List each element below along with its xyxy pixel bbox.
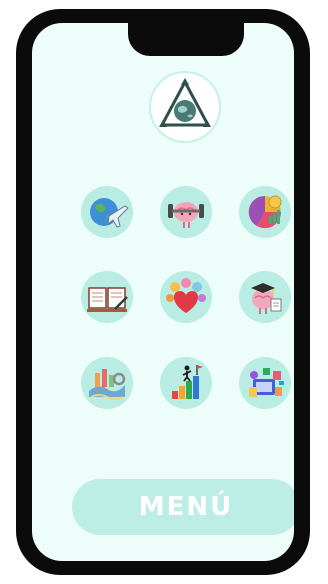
open-book-icon [87,287,128,312]
finance-chart-icon [248,195,282,229]
social-heart-icon [166,278,206,313]
category-shopping[interactable] [239,357,291,409]
growth-stairs-icon [172,365,203,399]
category-finance[interactable] [239,186,291,238]
phone-frame: MENÚ [16,9,310,575]
phone-notch [128,18,244,56]
brain-dumbbell-icon [168,202,204,228]
category-social[interactable] [160,271,212,323]
category-growth[interactable] [160,357,212,409]
menu-button-label: MENÚ [138,492,234,522]
category-travel[interactable] [81,186,133,238]
category-industry[interactable] [81,357,133,409]
category-education[interactable] [239,271,291,323]
globe-airplane-icon [90,198,129,228]
category-brain-fitness[interactable] [160,186,212,238]
graduate-brain-icon [251,283,282,314]
phone-screen: MENÚ [32,23,294,561]
menu-button[interactable]: MENÚ [72,479,294,535]
shopping-collage-icon [249,368,284,397]
category-reading[interactable] [81,271,133,323]
gears-landscape-icon [89,369,126,400]
